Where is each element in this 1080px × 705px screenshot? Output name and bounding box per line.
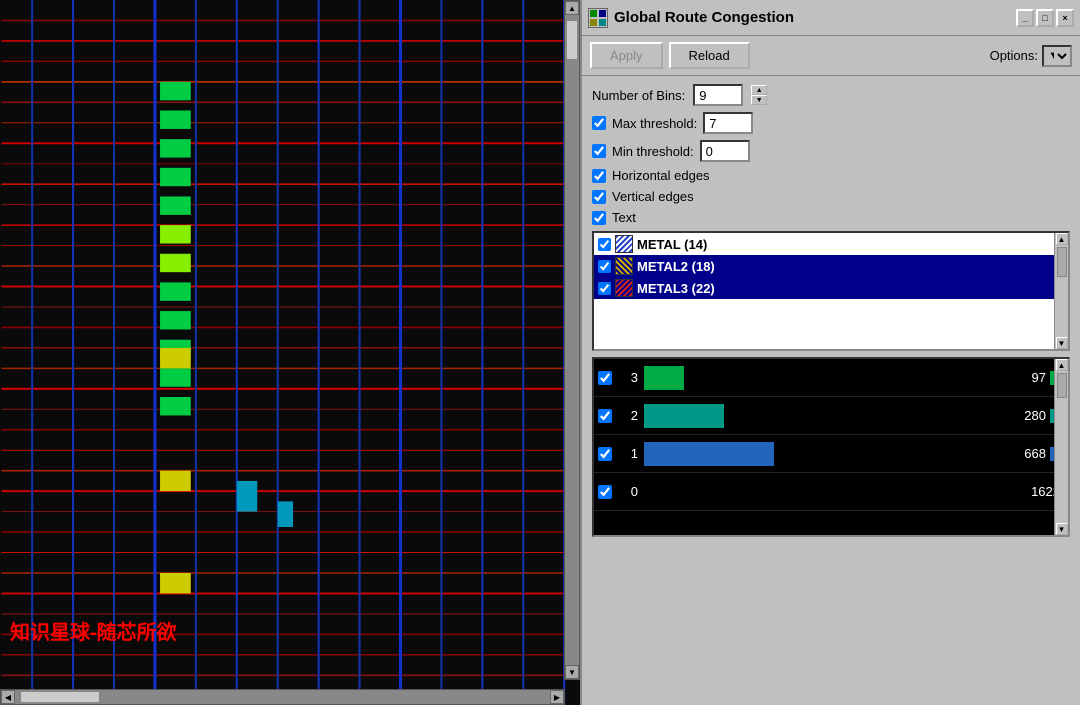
max-threshold-label: Max threshold:: [612, 116, 697, 131]
window-controls: _ □ ×: [1016, 9, 1074, 27]
bin-number: 0: [618, 484, 638, 499]
scroll-thumb[interactable]: [566, 20, 578, 60]
bin-checkbox[interactable]: [598, 485, 612, 499]
spinner-up[interactable]: ▲: [751, 85, 767, 95]
horizontal-edges-label: Horizontal edges: [612, 168, 710, 183]
max-threshold-input[interactable]: [703, 112, 753, 134]
metal-scroll-up[interactable]: ▲: [1056, 233, 1068, 245]
bin-row[interactable]: 3 97: [594, 359, 1068, 397]
bins-scroll-down[interactable]: ▼: [1056, 523, 1068, 535]
min-threshold-checkbox[interactable]: [592, 144, 606, 158]
vertical-scrollbar-left[interactable]: ▲ ▼: [564, 0, 580, 680]
bin-value: 1622: [1010, 484, 1060, 499]
close-button[interactable]: ×: [1056, 9, 1074, 27]
metal-label: METAL (14): [637, 237, 707, 252]
reload-button[interactable]: Reload: [669, 42, 750, 69]
bins-list: 3972280166801622 ▲ ▼: [592, 357, 1070, 537]
metal-swatch: [615, 235, 633, 253]
bin-row[interactable]: 0 1622: [594, 473, 1068, 511]
bin-row[interactable]: 1668: [594, 435, 1068, 473]
toolbar-options: Options: ▼: [990, 45, 1072, 67]
restore-button[interactable]: □: [1036, 9, 1054, 27]
bins-rows: 3972280166801622: [594, 359, 1068, 511]
min-threshold-input[interactable]: [700, 140, 750, 162]
text-label: Text: [612, 210, 636, 225]
metal-checkbox[interactable]: [598, 282, 611, 295]
bin-checkbox[interactable]: [598, 447, 612, 461]
metal-scroll-down[interactable]: ▼: [1056, 337, 1068, 349]
options-dropdown[interactable]: ▼: [1042, 45, 1072, 67]
num-bins-spinner: ▲ ▼: [751, 85, 767, 105]
bin-checkbox[interactable]: [598, 371, 612, 385]
horizontal-scrollbar-left[interactable]: ◀ ▶: [0, 689, 565, 705]
chip-layout-panel: 知识星球-随芯所欲 ▲ ▼ ◀ ▶: [0, 0, 580, 705]
metal-label: METAL2 (18): [637, 259, 715, 274]
bin-number: 1: [618, 446, 638, 461]
vertical-edges-checkbox[interactable]: [592, 190, 606, 204]
scroll-left-arrow[interactable]: ◀: [1, 690, 15, 704]
metal-swatch: [615, 257, 633, 275]
title-bar-left: Global Route Congestion: [588, 8, 794, 28]
scroll-down-arrow[interactable]: ▼: [565, 665, 579, 679]
max-threshold-checkbox[interactable]: [592, 116, 606, 130]
scroll-right-arrow[interactable]: ▶: [550, 690, 564, 704]
spinner-down[interactable]: ▼: [751, 95, 767, 105]
metal-item[interactable]: METAL (14): [594, 233, 1068, 255]
bin-bar: [644, 442, 774, 466]
bin-number: 3: [618, 370, 638, 385]
bin-bar: [644, 366, 684, 390]
vertical-edges-row: Vertical edges: [592, 189, 1070, 204]
bins-scroll-thumb[interactable]: [1057, 373, 1067, 398]
vertical-edges-label: Vertical edges: [612, 189, 694, 204]
metal-checkbox[interactable]: [598, 260, 611, 273]
bin-value: 97: [996, 370, 1046, 385]
title-text: Global Route Congestion: [614, 9, 794, 26]
chip-canvas: [0, 0, 580, 705]
bin-checkbox[interactable]: [598, 409, 612, 423]
bin-row[interactable]: 2 280: [594, 397, 1068, 435]
metal-swatch: [615, 279, 633, 297]
bin-number: 2: [618, 408, 638, 423]
bin-bar: [644, 404, 724, 428]
app-icon: [588, 8, 608, 28]
metal-scroll-thumb[interactable]: [1057, 247, 1067, 277]
bin-bar-container: [644, 366, 996, 390]
bins-scrollbar[interactable]: ▲ ▼: [1054, 359, 1068, 535]
horizontal-edges-row: Horizontal edges: [592, 168, 1070, 183]
metal-label: METAL3 (22): [637, 281, 715, 296]
min-threshold-label: Min threshold:: [612, 144, 694, 159]
bin-value: 668: [996, 446, 1046, 461]
bin-bar-container: [644, 404, 996, 428]
metal-checkbox[interactable]: [598, 238, 611, 251]
metal-list: METAL (14) METAL2 (18) METAL3 (22) ▲ ▼: [592, 231, 1070, 351]
num-bins-row: Number of Bins: ▲ ▼: [592, 84, 1070, 106]
content-area: Number of Bins: ▲ ▼ Max threshold: Min t…: [582, 76, 1080, 545]
metal-list-rows: METAL (14) METAL2 (18) METAL3 (22): [594, 233, 1068, 299]
watermark: 知识星球-随芯所欲: [10, 616, 177, 645]
apply-button[interactable]: Apply: [590, 42, 663, 69]
horizontal-edges-checkbox[interactable]: [592, 169, 606, 183]
text-checkbox[interactable]: [592, 211, 606, 225]
options-label: Options:: [990, 48, 1038, 63]
scroll-h-thumb[interactable]: [20, 691, 100, 703]
metal-list-scrollbar[interactable]: ▲ ▼: [1054, 233, 1068, 349]
bin-bar-container: [644, 442, 996, 466]
toolbar: Apply Reload Options: ▼: [582, 36, 1080, 76]
metal-item[interactable]: METAL2 (18): [594, 255, 1068, 277]
title-bar: Global Route Congestion _ □ ×: [582, 0, 1080, 36]
max-threshold-row: Max threshold:: [592, 112, 1070, 134]
min-threshold-row: Min threshold:: [592, 140, 1070, 162]
bin-value: 280: [996, 408, 1046, 423]
num-bins-input[interactable]: [693, 84, 743, 106]
num-bins-label: Number of Bins:: [592, 88, 685, 103]
text-row: Text: [592, 210, 1070, 225]
scroll-up-arrow[interactable]: ▲: [565, 1, 579, 15]
right-panel: Global Route Congestion _ □ × Apply Relo…: [580, 0, 1080, 705]
minimize-button[interactable]: _: [1016, 9, 1034, 27]
metal-item[interactable]: METAL3 (22): [594, 277, 1068, 299]
bins-scroll-up[interactable]: ▲: [1056, 359, 1068, 371]
